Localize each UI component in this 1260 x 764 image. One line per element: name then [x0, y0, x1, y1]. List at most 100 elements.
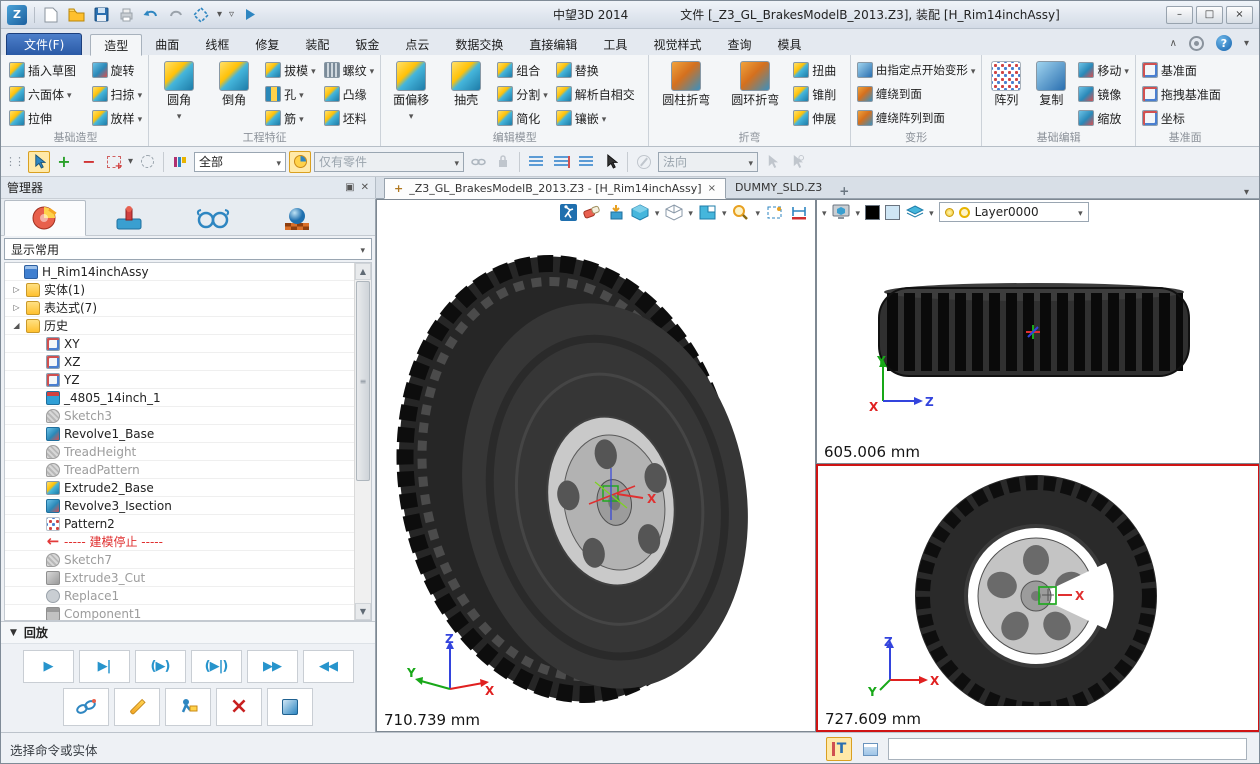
view-rotate-icon[interactable] — [192, 6, 210, 24]
ribbon-button[interactable]: 缠绕到面 — [855, 86, 978, 102]
ribbon-button-chamfer[interactable]: 倒角 — [208, 58, 260, 108]
tree-item[interactable]: Pattern2 — [5, 515, 354, 533]
tab-history-manager[interactable] — [4, 200, 86, 236]
replay-button[interactable]: ▶▶ — [247, 650, 298, 683]
ribbon-button-shell[interactable]: 抽壳 — [440, 58, 492, 108]
ribbon-button[interactable]: 孔 — [263, 86, 318, 103]
tree-item[interactable]: XZ — [5, 353, 354, 371]
ribbon-button[interactable]: 缩放 — [1076, 110, 1131, 127]
tree-expander-icon[interactable]: ◢ — [11, 321, 22, 330]
ribbon-tab[interactable]: 视觉样式 — [640, 33, 714, 55]
ribbon-button[interactable]: 旋转 — [90, 62, 145, 79]
ribbon-button[interactable]: 放样 — [90, 110, 145, 127]
tree-item[interactable]: XY — [5, 335, 354, 353]
orientation-combobox[interactable]: 法向 — [658, 152, 758, 172]
ribbon-button[interactable]: 分割 — [495, 86, 550, 103]
tab-close-icon[interactable]: × — [708, 183, 716, 194]
ribbon-button[interactable]: 解析自相交 — [554, 86, 645, 103]
pick-settings-icon[interactable] — [786, 151, 808, 173]
replay-button[interactable]: (▶|) — [191, 650, 242, 683]
ribbon-button-fillet[interactable]: 圆角 — [153, 58, 205, 122]
minimize-ribbon-icon[interactable]: ∧ — [1170, 38, 1177, 49]
ribbon-button[interactable]: 简化 — [495, 110, 550, 127]
tree-item[interactable]: TreadPattern — [5, 461, 354, 479]
scrollbar-thumb[interactable]: ≡ — [356, 281, 370, 481]
document-tab[interactable]: DUMMY_SLD.Z3 — [726, 177, 831, 198]
pick-scope-icon[interactable] — [289, 151, 311, 173]
zoom-icon[interactable] — [731, 203, 750, 222]
ribbon-button[interactable]: 拔模 — [263, 62, 318, 79]
reorient-icon[interactable] — [633, 151, 655, 173]
zoom-window-icon[interactable] — [765, 203, 784, 222]
tree-item[interactable]: Extrude2_Base — [5, 479, 354, 497]
tab-visibility-manager[interactable] — [172, 202, 254, 235]
ribbon-button[interactable]: 扫掠 — [90, 86, 145, 103]
redo-icon[interactable] — [167, 6, 185, 24]
ribbon-tab[interactable]: 造型 — [90, 34, 142, 56]
pick-last-icon[interactable] — [525, 151, 547, 173]
dropdown-arrow[interactable] — [929, 205, 934, 219]
tree-item[interactable]: ◢ 历史 — [5, 317, 354, 335]
play-macro-icon[interactable] — [241, 6, 259, 24]
pick-cursor-icon[interactable] — [28, 151, 50, 173]
panel-float-icon[interactable]: ▣ — [345, 182, 354, 193]
ribbon-button[interactable]: 螺纹 — [322, 62, 377, 79]
replay-button[interactable]: ▶| — [79, 650, 130, 683]
dropdown-arrow[interactable] — [856, 205, 861, 219]
regen-part-icon[interactable] — [607, 203, 626, 222]
highlight-color-swatch[interactable] — [885, 205, 900, 220]
tree-expander-icon[interactable]: ▷ — [11, 303, 22, 312]
pick-arrow-icon[interactable] — [600, 151, 622, 173]
ribbon-button[interactable]: 拉伸 — [7, 110, 86, 127]
ribbon-button-torus-bend[interactable]: 圆环折弯 — [722, 58, 788, 108]
ribbon-button[interactable]: 插入草图 — [7, 62, 86, 79]
measure-icon[interactable] — [789, 203, 808, 222]
undo-icon[interactable] — [142, 6, 160, 24]
replay-header[interactable]: ▼ 回放 — [1, 622, 375, 644]
open-file-icon[interactable] — [67, 6, 85, 24]
viewport-layout-icon[interactable] — [698, 203, 717, 222]
tree-item[interactable]: ▷ 表达式(7) — [5, 299, 354, 317]
ribbon-tab[interactable]: 曲面 — [142, 33, 192, 55]
ribbon-button[interactable]: 凸缘 — [322, 86, 377, 103]
erase-icon[interactable] — [583, 203, 602, 222]
help-dropdown-icon[interactable]: ▾ — [1244, 38, 1249, 49]
pick-normal-icon[interactable] — [761, 151, 783, 173]
command-log-icon[interactable] — [857, 737, 883, 761]
ribbon-tab[interactable]: 直接编辑 — [516, 33, 590, 55]
display-filter-combobox[interactable]: 显示常用 — [4, 238, 372, 260]
window-select-icon[interactable] — [103, 151, 125, 173]
tab-assembly-manager[interactable] — [88, 202, 170, 235]
ribbon-tab[interactable]: 点云 — [392, 33, 442, 55]
dropdown-arrow[interactable] — [722, 205, 727, 219]
tree-item[interactable]: TreadHeight — [5, 443, 354, 461]
exit-assembly-icon[interactable] — [559, 203, 578, 222]
tree-item[interactable]: H_Rim14inchAssy — [5, 263, 354, 281]
ribbon-button[interactable]: 基准面 — [1140, 62, 1231, 79]
tab-visual-manager[interactable] — [256, 202, 338, 235]
file-menu-button[interactable]: 文件(F) — [6, 33, 82, 55]
ribbon-button[interactable]: 由指定点开始变形 — [855, 62, 978, 78]
dropdown-arrow[interactable] — [755, 205, 760, 219]
scroll-down-icon[interactable]: ▼ — [355, 603, 371, 620]
quick-access-dropdown-icon[interactable]: ▾ — [217, 9, 222, 20]
tab-list-dropdown-icon[interactable]: ▾ — [1234, 187, 1259, 198]
ribbon-button[interactable]: 坐标 — [1140, 110, 1231, 127]
filter-combobox[interactable]: 全部 — [194, 152, 286, 172]
dropdown-arrow[interactable] — [688, 205, 693, 219]
lasso-select-icon[interactable] — [136, 151, 158, 173]
app-logo-icon[interactable]: Z — [7, 5, 27, 25]
wireframe-display-icon[interactable] — [664, 203, 683, 222]
replay-button[interactable]: ◀◀ — [303, 650, 354, 683]
ribbon-button[interactable]: 筋 — [263, 110, 318, 127]
delete-feature-button[interactable]: × — [216, 688, 262, 726]
link-list-button[interactable] — [63, 688, 109, 726]
replay-button[interactable]: ▶ — [23, 650, 74, 683]
ribbon-button[interactable]: 锥削 — [791, 86, 846, 103]
ribbon-tab[interactable]: 修复 — [242, 33, 292, 55]
minimize-button[interactable]: – — [1166, 6, 1193, 24]
new-file-icon[interactable] — [42, 6, 60, 24]
lock-filter-icon[interactable] — [492, 151, 514, 173]
pick-related-icon[interactable] — [550, 151, 572, 173]
tree-item[interactable]: ▷ 实体(1) — [5, 281, 354, 299]
